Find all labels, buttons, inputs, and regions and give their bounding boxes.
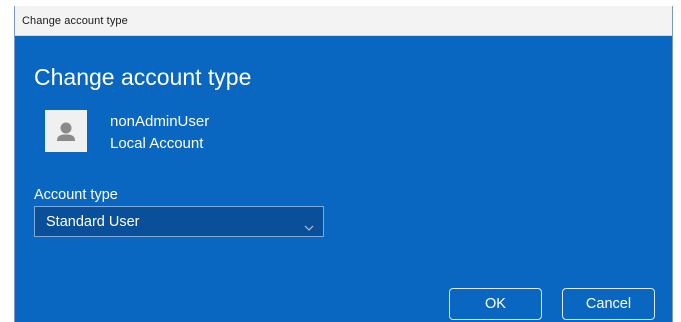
user-name: nonAdminUser [110,113,210,130]
account-type-dropdown[interactable]: Standard User [34,206,324,237]
title-bar[interactable]: Change account type [15,6,672,36]
person-icon [57,122,75,141]
user-avatar [45,110,87,152]
change-account-type-dialog: Change account type Change account type … [14,6,673,322]
account-type-selected-value: Standard User [46,214,140,230]
chevron-down-icon [304,218,314,236]
user-account-kind: Local Account [110,135,204,152]
account-type-label: Account type [34,187,118,203]
dialog-heading: Change account type [34,64,252,90]
ok-button[interactable]: OK [449,288,542,320]
window-title: Change account type [22,15,128,27]
cancel-button[interactable]: Cancel [562,288,655,320]
